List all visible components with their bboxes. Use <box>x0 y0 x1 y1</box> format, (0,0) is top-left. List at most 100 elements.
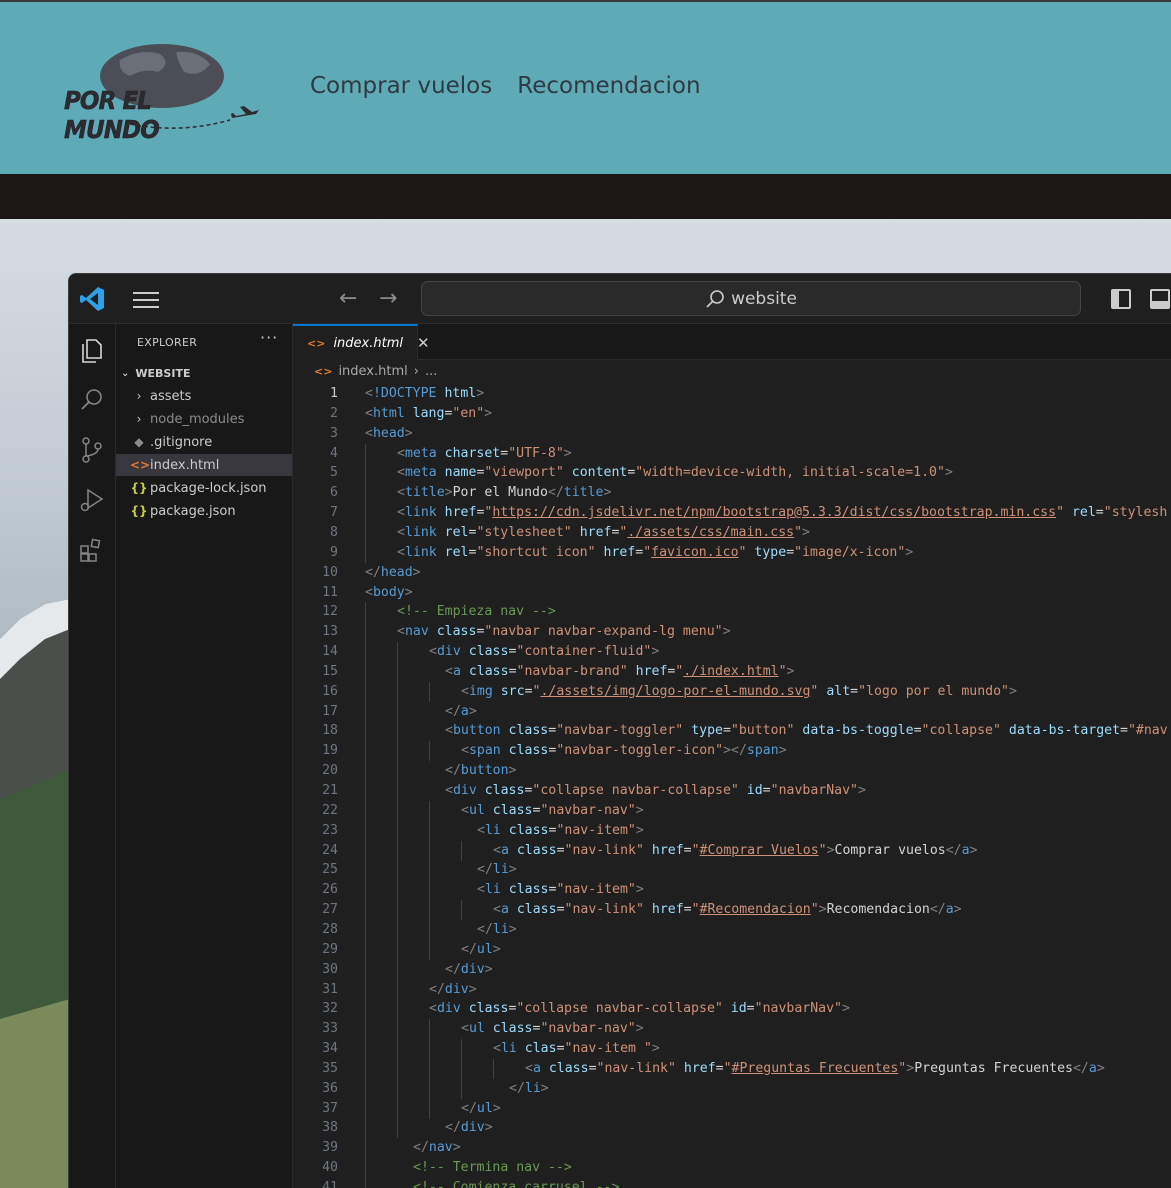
code-line[interactable]: 4 <meta charset="UTF-8"> <box>293 443 1171 464</box>
code-line[interactable]: 31 </div> <box>293 979 1171 1000</box>
indent-guide <box>429 860 430 881</box>
code-line[interactable]: 32 <div class = "collapse navbar-collapse" … <box>293 999 1171 1020</box>
code-line[interactable]: 6 <title>Por el Mundo</title> <box>293 483 1171 504</box>
code-token: > <box>906 1060 915 1076</box>
code-text: </div> <box>445 960 493 980</box>
code-line[interactable]: 15 <a class="navbar-brand" href="./index.… <box>293 661 1171 682</box>
code-token: = <box>524 683 533 699</box>
code-line[interactable]: 5 <meta name="viewport" content="width=de… <box>293 463 1171 484</box>
code-line[interactable]: 11 <body> <box>293 583 1171 603</box>
site-logo[interactable]: POR EL MUNDO <box>60 38 265 144</box>
breadcrumb-file[interactable]: index.html <box>338 364 407 379</box>
code-token: li <box>484 882 501 898</box>
line-number: 26 <box>322 882 338 898</box>
tree-item-node-modules[interactable]: › node_modules <box>116 408 292 430</box>
code-line[interactable]: 8 <link rel="stylesheet" href="./assets/c… <box>293 522 1171 543</box>
code-line[interactable]: 16 <img src="./assets/img/logo-por-el-mun… <box>293 681 1171 702</box>
code-line[interactable]: 39 </nav> <box>293 1138 1171 1159</box>
source-control-icon[interactable] <box>78 436 106 464</box>
code-line[interactable]: 1 <!DOCTYPE html> <box>293 384 1171 404</box>
tree-item-index-html[interactable]: <> index.html <box>116 454 292 476</box>
code-token: content <box>571 465 628 481</box>
tab-index-html[interactable]: <> index.html ✕ <box>293 324 430 360</box>
indent-guide <box>429 939 430 960</box>
code-line[interactable]: 14 <div class="container-fluid"> <box>293 642 1171 663</box>
tree-item-package-lock[interactable]: {} package-lock.json <box>116 477 292 499</box>
breadcrumb-rest[interactable]: ... <box>425 364 437 379</box>
code-line[interactable]: 12 <!-- Empieza nav --> <box>293 602 1171 623</box>
code-token: </ <box>445 703 461 719</box>
code-token: = <box>1095 505 1104 521</box>
tree-item-package-json[interactable]: {} package.json <box>116 500 292 522</box>
code-token: "logo por el mundo" <box>858 683 1009 699</box>
code-token: "navbar-nav" <box>540 1021 636 1037</box>
code-token: ul <box>476 1100 493 1116</box>
code-line[interactable]: 7 <link href = "https://cdn.jsdelivr.net/np… <box>293 503 1171 524</box>
code-token: > <box>468 703 477 719</box>
code-token: < <box>365 425 373 441</box>
code-line[interactable]: 3 <head> <box>293 424 1171 444</box>
explorer-files-icon[interactable] <box>78 336 106 364</box>
code-line[interactable]: 29 </ul> <box>293 939 1171 960</box>
code-line[interactable]: 13 <nav class="navbar navbar-expand-lg me… <box>293 622 1171 643</box>
code-token: < <box>493 902 501 918</box>
code-line[interactable]: 41 <!-- Comienza carrusel --> <box>293 1178 1171 1188</box>
code-line[interactable]: 19 <span class="navbar-toggler-icon"></sp… <box>293 741 1171 762</box>
code-line[interactable]: 38 </div> <box>293 1118 1171 1139</box>
toggle-sidebar-icon[interactable] <box>1111 289 1131 309</box>
indent-guide <box>429 1098 430 1119</box>
indent-guide <box>365 661 366 682</box>
code-line[interactable]: 28 </li> <box>293 919 1171 940</box>
line-number: 15 <box>322 663 338 679</box>
back-arrow-icon[interactable]: ← <box>339 286 357 311</box>
code-token: "image/x-icon" <box>794 544 906 560</box>
run-debug-icon[interactable] <box>78 486 106 514</box>
code-line[interactable]: 37 </ul> <box>293 1098 1171 1119</box>
nav-link-comprar-vuelos[interactable]: Comprar vuelos <box>310 73 492 99</box>
code-line[interactable]: 10 </head> <box>293 563 1171 583</box>
indent-guide <box>397 642 398 663</box>
extensions-icon[interactable] <box>78 536 106 564</box>
toggle-panel-icon[interactable] <box>1150 289 1170 309</box>
code-line[interactable]: 23 <li class="nav-item"> <box>293 820 1171 841</box>
code-token: div <box>444 981 469 997</box>
indent-guide <box>429 1019 430 1040</box>
code-token: > <box>1096 1060 1105 1076</box>
line-number: 1 <box>330 386 338 401</box>
code-token: < <box>365 584 373 600</box>
code-line[interactable]: 22 <ul class="navbar-nav"> <box>293 800 1171 821</box>
code-token: a <box>1088 1060 1097 1076</box>
tree-item-assets[interactable]: › assets <box>116 385 292 407</box>
code-line[interactable]: 34 <li clas="nav-item "> <box>293 1039 1171 1060</box>
code-line[interactable]: 25 </li> <box>293 860 1171 881</box>
code-line[interactable]: 2 <html lang="en"> <box>293 404 1171 424</box>
code-line[interactable]: 18 <button class="navbar-toggler" type="b… <box>293 721 1171 742</box>
code-line[interactable]: 35 <a class="nav-link" href="#Preguntas F… <box>293 1058 1171 1079</box>
command-center-search[interactable]: website <box>421 281 1081 316</box>
search-icon[interactable] <box>78 386 106 414</box>
folder-website[interactable]: ⌄ WEBSITE <box>116 362 292 384</box>
code-line[interactable]: 20 </button> <box>293 761 1171 782</box>
code-line[interactable]: 17 </a> <box>293 701 1171 722</box>
forward-arrow-icon[interactable]: → <box>379 286 397 311</box>
tree-item-gitignore[interactable]: ◆ .gitignore <box>116 431 292 453</box>
code-token: data-bs-toggle <box>802 723 914 739</box>
nav-link-recomendacion[interactable]: Recomendacion <box>517 73 700 99</box>
code-line[interactable]: 24 <a class="nav-link" href="#Comprar Vue… <box>293 840 1171 861</box>
more-actions-icon[interactable]: ··· <box>260 328 278 347</box>
search-icon <box>706 289 724 308</box>
code-line[interactable]: 9 <link rel="shortcut icon" href="favicon… <box>293 542 1171 563</box>
code-line[interactable]: 30 </div> <box>293 959 1171 980</box>
hamburger-menu-icon[interactable] <box>133 292 159 308</box>
code-line[interactable]: 40 <!-- Termina nav --> <box>293 1158 1171 1179</box>
code-line[interactable]: 27 <a class="nav-link" href="#Recomendaci… <box>293 900 1171 921</box>
code-line[interactable]: 21 <div class = "collapse navbar-collapse" … <box>293 781 1171 801</box>
code-line[interactable]: 26 <li class="nav-item"> <box>293 880 1171 901</box>
indent-guide <box>365 602 366 623</box>
close-icon[interactable]: ✕ <box>417 334 430 352</box>
code-token: a <box>945 902 954 918</box>
code-line[interactable]: 33 <ul class="navbar-nav"> <box>293 1019 1171 1040</box>
code-line[interactable]: 36 </li> <box>293 1078 1171 1099</box>
